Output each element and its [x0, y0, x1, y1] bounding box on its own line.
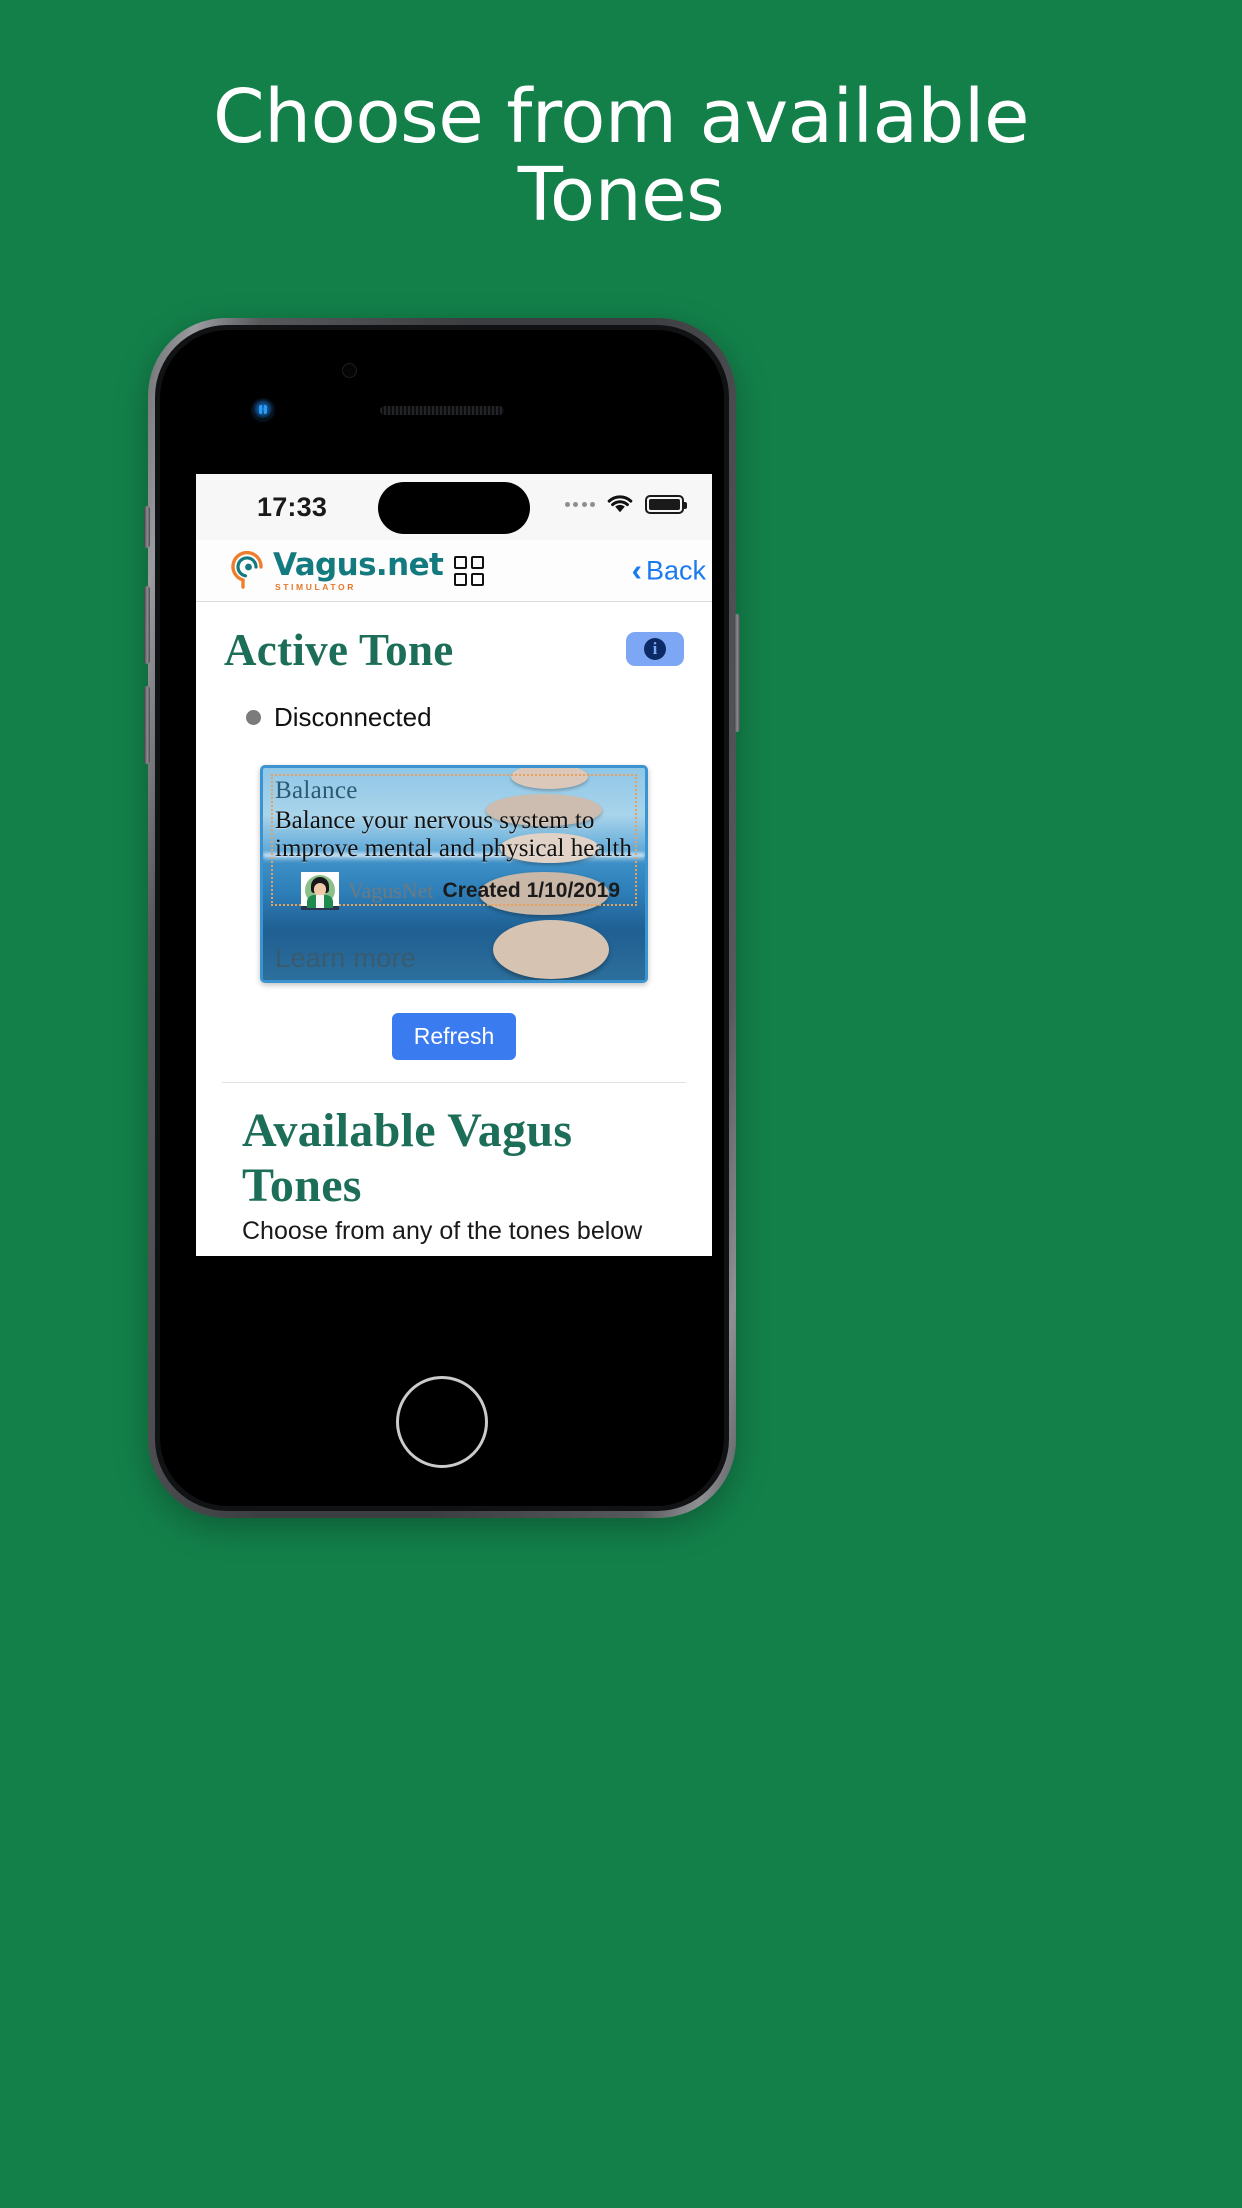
grid-menu-icon[interactable]	[454, 555, 485, 586]
active-tone-title: Active Tone	[224, 625, 454, 675]
available-tones-subtitle: Choose from any of the tones below	[242, 1217, 643, 1245]
brand-tagline: STIMULATOR	[275, 581, 356, 592]
active-tone-section: i Active Tone Disconnected Balance Balan…	[196, 602, 712, 1060]
back-button-label: Back	[645, 555, 706, 585]
user-avatar-icon	[301, 872, 339, 910]
active-card-learn-more-link[interactable]: Learn more	[275, 943, 416, 974]
active-card-title: Balance	[275, 777, 358, 804]
connection-status-label: Disconnected	[274, 702, 432, 732]
available-tones-section: Available Vagus Tones Choose from any of…	[196, 1103, 712, 1256]
volume-up-button[interactable]	[144, 586, 150, 664]
refresh-row: Refresh	[224, 1013, 684, 1060]
app-nav-bar: Vagus.net STIMULATOR ‹ Back	[196, 540, 712, 602]
info-badge[interactable]: i	[626, 632, 684, 666]
active-card-description: Balance your nervous system to improve m…	[275, 807, 632, 862]
status-dot-icon	[246, 710, 261, 725]
promo-headline: Choose from available Tones	[0, 78, 1242, 234]
phone-inner-frame: 17:33 Vagus.net STIMULATOR ‹ Back i Acti…	[155, 325, 729, 1511]
wifi-icon	[607, 495, 633, 513]
section-divider	[222, 1082, 686, 1083]
status-bar-time: 17:33	[257, 492, 328, 522]
earpiece-speaker-icon	[380, 406, 504, 415]
status-bar: 17:33	[196, 474, 712, 540]
info-icon: i	[644, 638, 666, 660]
phone-bezel: 17:33 Vagus.net STIMULATOR ‹ Back i Acti…	[160, 330, 724, 1506]
mute-switch[interactable]	[144, 506, 150, 548]
notch	[378, 482, 530, 534]
headline-line-1: Choose from available	[213, 74, 1029, 160]
battery-full-icon	[645, 494, 687, 514]
signal-dots-icon	[564, 501, 595, 507]
phone-mockup: 17:33 Vagus.net STIMULATOR ‹ Back i Acti…	[144, 318, 740, 1518]
available-tones-title: Available Vagus Tones	[242, 1104, 573, 1212]
refresh-button[interactable]: Refresh	[391, 1013, 517, 1060]
app-content: i Active Tone Disconnected Balance Balan…	[196, 602, 712, 1256]
status-bar-indicators	[564, 494, 687, 514]
active-tone-card[interactable]: Balance Balance your nervous system to i…	[260, 765, 648, 983]
phone-screen: 17:33 Vagus.net STIMULATOR ‹ Back i Acti…	[196, 474, 712, 1256]
headline-line-2: Tones	[517, 152, 725, 238]
connection-status: Disconnected	[246, 702, 684, 733]
power-button[interactable]	[734, 614, 740, 732]
brand-name: Vagus.net	[273, 546, 444, 583]
front-camera-icon	[342, 363, 357, 378]
home-button[interactable]	[396, 1376, 488, 1468]
proximity-sensor-icon	[253, 400, 273, 420]
ear-logo-icon	[231, 550, 263, 589]
brand-text-block: Vagus.net STIMULATOR	[273, 546, 444, 592]
back-button[interactable]: ‹ Back	[631, 552, 706, 587]
active-card-meta: VagusNet Created 1/10/2019	[275, 872, 633, 910]
promo-screenshot-page: Choose from available Tones 17:33 Vagus.…	[0, 0, 1242, 2208]
chevron-left-icon: ‹	[631, 552, 642, 587]
app-brand-logo[interactable]: Vagus.net STIMULATOR	[196, 546, 485, 592]
volume-down-button[interactable]	[144, 686, 150, 764]
active-card-author: VagusNet	[348, 878, 434, 903]
active-card-created: Created 1/10/2019	[442, 879, 621, 902]
